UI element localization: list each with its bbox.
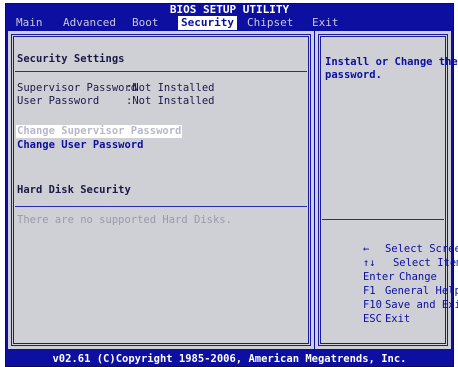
divider [15, 71, 307, 72]
menu-bar: Main Advanced Boot Security Chipset Exit [6, 14, 453, 31]
menu-main[interactable]: Main [16, 16, 43, 30]
menu-chipset[interactable]: Chipset [247, 16, 293, 30]
copyright-footer: v02.61 (C)Copyright 1985-2006, American … [52, 353, 407, 365]
help-row-exit: ESC Exit [325, 301, 410, 337]
no-hard-disks-message: There are no supported Hard Disks. [17, 214, 232, 226]
menu-advanced[interactable]: Advanced [63, 16, 116, 30]
menu-security[interactable]: Security [178, 16, 237, 30]
divider [15, 206, 307, 207]
help-text-line-1: Install or Change the [325, 56, 458, 68]
esc-key-label: ESC [362, 313, 382, 325]
section-heading-security: Security Settings [17, 53, 125, 65]
supervisor-password-label: Supervisor Password [17, 82, 138, 94]
help-desc: Exit [384, 313, 411, 325]
divider [322, 219, 444, 220]
bios-screen: BIOS SETUP UTILITY Main Advanced Boot Se… [5, 3, 458, 367]
menu-boot[interactable]: Boot [132, 16, 159, 30]
help-panel: Install or Change the password. ← Select … [315, 31, 458, 349]
hard-disk-security-heading: Hard Disk Security [17, 184, 131, 196]
change-supervisor-password-option[interactable]: Change Supervisor Password [16, 125, 183, 138]
change-user-password-option[interactable]: Change User Password [17, 139, 143, 152]
user-password-status: :Not Installed [126, 95, 215, 107]
settings-panel: Security Settings Supervisor Password :N… [8, 31, 315, 349]
help-text-line-2: password. [325, 69, 382, 81]
supervisor-password-status: :Not Installed [126, 82, 215, 94]
user-password-label: User Password [17, 95, 100, 107]
menu-exit[interactable]: Exit [312, 16, 339, 30]
